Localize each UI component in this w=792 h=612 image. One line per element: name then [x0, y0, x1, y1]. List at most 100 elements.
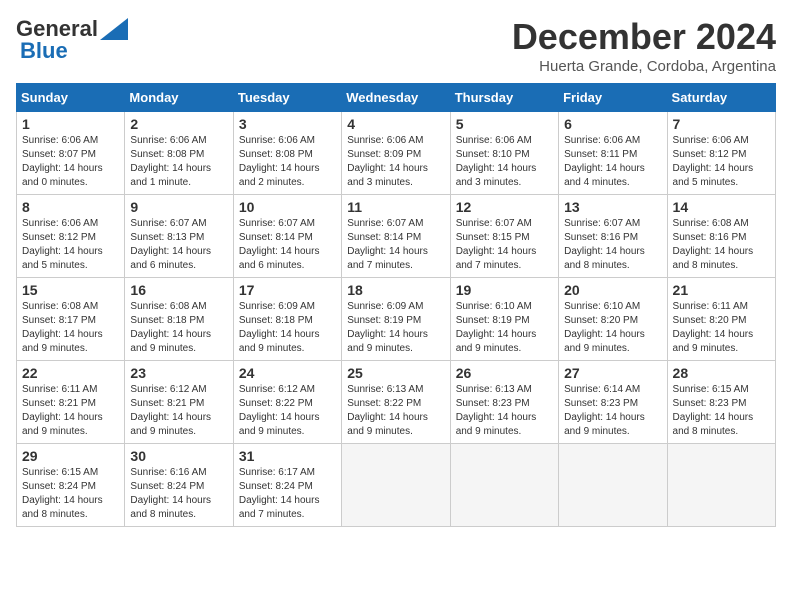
- day-info: Sunrise: 6:11 AM Sunset: 8:21 PM Dayligh…: [22, 383, 119, 439]
- title-section: December 2024 Huerta Grande, Cordoba, Ar…: [512, 16, 776, 75]
- day-info: Sunrise: 6:15 AM Sunset: 8:24 PM Dayligh…: [22, 466, 119, 522]
- calendar-cell: 7 Sunrise: 6:06 AM Sunset: 8:12 PM Dayli…: [667, 112, 775, 195]
- calendar-title: December 2024: [512, 16, 776, 58]
- calendar-cell: [342, 444, 450, 527]
- calendar-cell: 3 Sunrise: 6:06 AM Sunset: 8:08 PM Dayli…: [233, 112, 341, 195]
- day-number: 2: [130, 116, 227, 132]
- day-number: 5: [456, 116, 553, 132]
- week-row-5: 29 Sunrise: 6:15 AM Sunset: 8:24 PM Dayl…: [17, 444, 776, 527]
- week-row-2: 8 Sunrise: 6:06 AM Sunset: 8:12 PM Dayli…: [17, 195, 776, 278]
- day-info: Sunrise: 6:09 AM Sunset: 8:18 PM Dayligh…: [239, 300, 336, 356]
- day-number: 1: [22, 116, 119, 132]
- calendar-cell: 18 Sunrise: 6:09 AM Sunset: 8:19 PM Dayl…: [342, 278, 450, 361]
- calendar-cell: 26 Sunrise: 6:13 AM Sunset: 8:23 PM Dayl…: [450, 361, 558, 444]
- day-info: Sunrise: 6:13 AM Sunset: 8:23 PM Dayligh…: [456, 383, 553, 439]
- day-info: Sunrise: 6:07 AM Sunset: 8:15 PM Dayligh…: [456, 217, 553, 273]
- day-number: 31: [239, 448, 336, 464]
- day-number: 27: [564, 365, 661, 381]
- day-number: 6: [564, 116, 661, 132]
- calendar-cell: 6 Sunrise: 6:06 AM Sunset: 8:11 PM Dayli…: [559, 112, 667, 195]
- calendar-cell: 11 Sunrise: 6:07 AM Sunset: 8:14 PM Dayl…: [342, 195, 450, 278]
- day-info: Sunrise: 6:12 AM Sunset: 8:22 PM Dayligh…: [239, 383, 336, 439]
- week-row-1: 1 Sunrise: 6:06 AM Sunset: 8:07 PM Dayli…: [17, 112, 776, 195]
- calendar-table: Sunday Monday Tuesday Wednesday Thursday…: [16, 83, 776, 527]
- day-info: Sunrise: 6:10 AM Sunset: 8:20 PM Dayligh…: [564, 300, 661, 356]
- day-info: Sunrise: 6:08 AM Sunset: 8:18 PM Dayligh…: [130, 300, 227, 356]
- col-wednesday: Wednesday: [342, 84, 450, 112]
- day-number: 16: [130, 282, 227, 298]
- day-number: 8: [22, 199, 119, 215]
- col-tuesday: Tuesday: [233, 84, 341, 112]
- day-info: Sunrise: 6:08 AM Sunset: 8:16 PM Dayligh…: [673, 217, 770, 273]
- day-number: 24: [239, 365, 336, 381]
- day-number: 23: [130, 365, 227, 381]
- col-thursday: Thursday: [450, 84, 558, 112]
- calendar-cell: 10 Sunrise: 6:07 AM Sunset: 8:14 PM Dayl…: [233, 195, 341, 278]
- day-number: 21: [673, 282, 770, 298]
- day-number: 14: [673, 199, 770, 215]
- day-info: Sunrise: 6:16 AM Sunset: 8:24 PM Dayligh…: [130, 466, 227, 522]
- logo-blue: Blue: [20, 38, 68, 64]
- day-info: Sunrise: 6:10 AM Sunset: 8:19 PM Dayligh…: [456, 300, 553, 356]
- day-info: Sunrise: 6:11 AM Sunset: 8:20 PM Dayligh…: [673, 300, 770, 356]
- calendar-cell: 4 Sunrise: 6:06 AM Sunset: 8:09 PM Dayli…: [342, 112, 450, 195]
- day-number: 20: [564, 282, 661, 298]
- calendar-cell: 9 Sunrise: 6:07 AM Sunset: 8:13 PM Dayli…: [125, 195, 233, 278]
- day-number: 9: [130, 199, 227, 215]
- calendar-cell: 17 Sunrise: 6:09 AM Sunset: 8:18 PM Dayl…: [233, 278, 341, 361]
- col-friday: Friday: [559, 84, 667, 112]
- day-info: Sunrise: 6:14 AM Sunset: 8:23 PM Dayligh…: [564, 383, 661, 439]
- day-info: Sunrise: 6:07 AM Sunset: 8:14 PM Dayligh…: [239, 217, 336, 273]
- day-number: 11: [347, 199, 444, 215]
- day-info: Sunrise: 6:07 AM Sunset: 8:13 PM Dayligh…: [130, 217, 227, 273]
- day-info: Sunrise: 6:06 AM Sunset: 8:08 PM Dayligh…: [239, 134, 336, 190]
- day-number: 7: [673, 116, 770, 132]
- calendar-cell: 14 Sunrise: 6:08 AM Sunset: 8:16 PM Dayl…: [667, 195, 775, 278]
- calendar-cell: 16 Sunrise: 6:08 AM Sunset: 8:18 PM Dayl…: [125, 278, 233, 361]
- day-info: Sunrise: 6:06 AM Sunset: 8:11 PM Dayligh…: [564, 134, 661, 190]
- day-info: Sunrise: 6:13 AM Sunset: 8:22 PM Dayligh…: [347, 383, 444, 439]
- calendar-cell: 20 Sunrise: 6:10 AM Sunset: 8:20 PM Dayl…: [559, 278, 667, 361]
- day-info: Sunrise: 6:08 AM Sunset: 8:17 PM Dayligh…: [22, 300, 119, 356]
- day-info: Sunrise: 6:15 AM Sunset: 8:23 PM Dayligh…: [673, 383, 770, 439]
- logo-arrow-icon: [100, 18, 128, 40]
- calendar-cell: 24 Sunrise: 6:12 AM Sunset: 8:22 PM Dayl…: [233, 361, 341, 444]
- calendar-cell: [559, 444, 667, 527]
- calendar-cell: 23 Sunrise: 6:12 AM Sunset: 8:21 PM Dayl…: [125, 361, 233, 444]
- day-info: Sunrise: 6:06 AM Sunset: 8:08 PM Dayligh…: [130, 134, 227, 190]
- col-sunday: Sunday: [17, 84, 125, 112]
- day-number: 30: [130, 448, 227, 464]
- day-number: 17: [239, 282, 336, 298]
- calendar-cell: 25 Sunrise: 6:13 AM Sunset: 8:22 PM Dayl…: [342, 361, 450, 444]
- calendar-cell: 8 Sunrise: 6:06 AM Sunset: 8:12 PM Dayli…: [17, 195, 125, 278]
- day-number: 10: [239, 199, 336, 215]
- day-info: Sunrise: 6:17 AM Sunset: 8:24 PM Dayligh…: [239, 466, 336, 522]
- calendar-cell: 30 Sunrise: 6:16 AM Sunset: 8:24 PM Dayl…: [125, 444, 233, 527]
- page-header: General Blue December 2024 Huerta Grande…: [16, 16, 776, 75]
- week-row-4: 22 Sunrise: 6:11 AM Sunset: 8:21 PM Dayl…: [17, 361, 776, 444]
- day-number: 13: [564, 199, 661, 215]
- day-number: 22: [22, 365, 119, 381]
- day-info: Sunrise: 6:12 AM Sunset: 8:21 PM Dayligh…: [130, 383, 227, 439]
- day-number: 15: [22, 282, 119, 298]
- day-number: 12: [456, 199, 553, 215]
- week-row-3: 15 Sunrise: 6:08 AM Sunset: 8:17 PM Dayl…: [17, 278, 776, 361]
- calendar-cell: 1 Sunrise: 6:06 AM Sunset: 8:07 PM Dayli…: [17, 112, 125, 195]
- calendar-cell: 13 Sunrise: 6:07 AM Sunset: 8:16 PM Dayl…: [559, 195, 667, 278]
- calendar-cell: 22 Sunrise: 6:11 AM Sunset: 8:21 PM Dayl…: [17, 361, 125, 444]
- calendar-cell: 12 Sunrise: 6:07 AM Sunset: 8:15 PM Dayl…: [450, 195, 558, 278]
- calendar-cell: [450, 444, 558, 527]
- day-info: Sunrise: 6:07 AM Sunset: 8:16 PM Dayligh…: [564, 217, 661, 273]
- day-number: 19: [456, 282, 553, 298]
- day-info: Sunrise: 6:06 AM Sunset: 8:12 PM Dayligh…: [22, 217, 119, 273]
- day-number: 25: [347, 365, 444, 381]
- day-info: Sunrise: 6:06 AM Sunset: 8:07 PM Dayligh…: [22, 134, 119, 190]
- calendar-subtitle: Huerta Grande, Cordoba, Argentina: [512, 58, 776, 75]
- calendar-cell: 15 Sunrise: 6:08 AM Sunset: 8:17 PM Dayl…: [17, 278, 125, 361]
- day-info: Sunrise: 6:06 AM Sunset: 8:09 PM Dayligh…: [347, 134, 444, 190]
- header-row: Sunday Monday Tuesday Wednesday Thursday…: [17, 84, 776, 112]
- day-number: 3: [239, 116, 336, 132]
- calendar-cell: 28 Sunrise: 6:15 AM Sunset: 8:23 PM Dayl…: [667, 361, 775, 444]
- day-number: 26: [456, 365, 553, 381]
- calendar-cell: 5 Sunrise: 6:06 AM Sunset: 8:10 PM Dayli…: [450, 112, 558, 195]
